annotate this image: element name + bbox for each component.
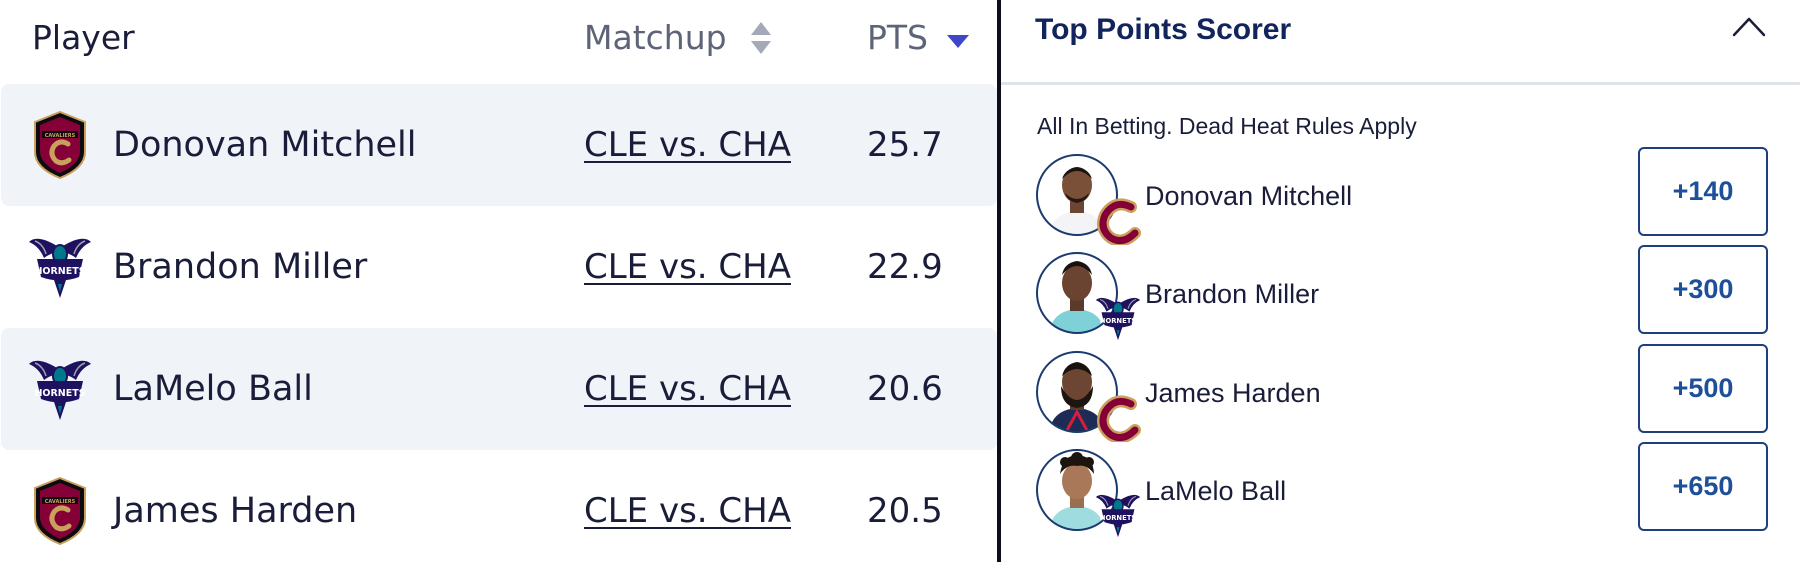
pts-value: 20.6 bbox=[867, 369, 943, 409]
odds-row: Donovan Mitchell +140 bbox=[1001, 147, 1800, 251]
odds-row: Brandon Miller +300 bbox=[1001, 245, 1800, 349]
cavaliers-logo-icon bbox=[27, 110, 93, 180]
player-name[interactable]: James Harden bbox=[113, 486, 357, 536]
table-row: Brandon Miller CLE vs. CHA 22.9 bbox=[1, 206, 997, 328]
column-header-pts-label: PTS bbox=[867, 18, 929, 57]
hornets-logo-icon bbox=[1093, 490, 1143, 540]
column-header-matchup[interactable]: Matchup bbox=[584, 14, 771, 62]
odds-button[interactable]: +300 bbox=[1638, 245, 1768, 334]
hornets-logo-icon bbox=[27, 232, 93, 302]
odds-row: LaMelo Ball +650 bbox=[1001, 442, 1800, 546]
matchup-link[interactable]: CLE vs. CHA bbox=[584, 242, 791, 292]
player-name[interactable]: Brandon Miller bbox=[113, 242, 367, 292]
pts-value: 22.9 bbox=[867, 247, 943, 287]
pts-value: 20.5 bbox=[867, 491, 943, 531]
odds-button[interactable]: +140 bbox=[1638, 147, 1768, 236]
player-name[interactable]: Donovan Mitchell bbox=[113, 120, 416, 170]
matchup-link[interactable]: CLE vs. CHA bbox=[584, 486, 791, 536]
panel-divider-line bbox=[1001, 82, 1800, 85]
hornets-logo-icon bbox=[1093, 293, 1143, 343]
table-row: Donovan Mitchell CLE vs. CHA 25.7 bbox=[1, 84, 997, 206]
odds-player-name: LaMelo Ball bbox=[1145, 476, 1287, 506]
player-stats-table: Player Matchup PTS Donovan Mitchell CLE … bbox=[0, 0, 997, 562]
matchup-link[interactable]: CLE vs. CHA bbox=[584, 120, 791, 170]
top-points-scorer-panel: Top Points Scorer All In Betting. Dead H… bbox=[1001, 0, 1800, 562]
odds-row: James Harden +500 bbox=[1001, 344, 1800, 448]
cavaliers-logo-icon bbox=[27, 476, 93, 546]
pts-value: 25.7 bbox=[867, 125, 943, 165]
odds-player-name: James Harden bbox=[1145, 378, 1321, 408]
chevron-up-icon[interactable] bbox=[1731, 14, 1767, 38]
hornets-logo-icon bbox=[27, 354, 93, 424]
column-header-matchup-label: Matchup bbox=[584, 18, 727, 57]
market-rules-text: All In Betting. Dead Heat Rules Apply bbox=[1037, 113, 1417, 139]
panel-title: Top Points Scorer bbox=[1035, 13, 1292, 46]
cavaliers-c-icon bbox=[1093, 195, 1143, 245]
odds-player-name: Brandon Miller bbox=[1145, 279, 1320, 309]
player-name[interactable]: LaMelo Ball bbox=[113, 364, 313, 414]
odds-button[interactable]: +500 bbox=[1638, 344, 1768, 433]
matchup-link[interactable]: CLE vs. CHA bbox=[584, 364, 791, 414]
table-row: James Harden CLE vs. CHA 20.5 bbox=[1, 450, 997, 562]
cavaliers-c-icon bbox=[1093, 392, 1143, 442]
table-row: LaMelo Ball CLE vs. CHA 20.6 bbox=[1, 328, 997, 450]
column-header-pts[interactable]: PTS bbox=[867, 14, 969, 62]
column-header-player: Player bbox=[32, 18, 135, 57]
odds-button[interactable]: +650 bbox=[1638, 442, 1768, 531]
sort-icon bbox=[751, 22, 771, 54]
odds-player-name: Donovan Mitchell bbox=[1145, 181, 1353, 211]
sort-descending-icon bbox=[947, 35, 969, 48]
